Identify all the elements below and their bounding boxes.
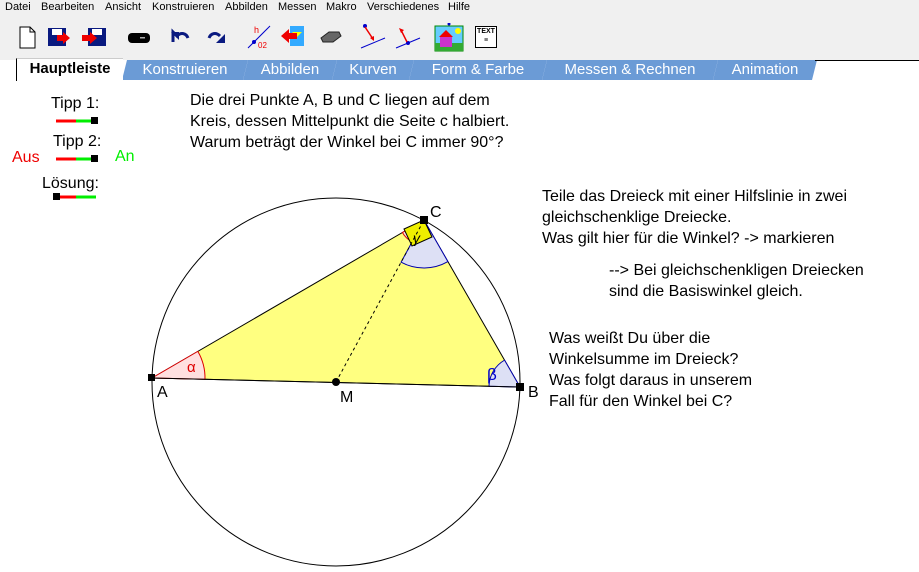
hint-line: Fall für den Winkel bei C? xyxy=(549,393,733,410)
alpha-label: α xyxy=(187,359,196,376)
question-line: Kreis, dessen Mittelpunkt die Seite c ha… xyxy=(190,113,510,130)
gamma-label: γ xyxy=(413,230,421,246)
tipp1-label: Tipp 1: xyxy=(51,95,100,112)
loesung-slider[interactable] xyxy=(53,193,96,200)
label-m: M xyxy=(340,389,353,406)
tipp2-label: Tipp 2: xyxy=(53,133,102,150)
loesung-slider-handle[interactable] xyxy=(53,193,60,200)
question-line: Die drei Punkte A, B und C liegen auf de… xyxy=(190,92,490,109)
point-m[interactable] xyxy=(332,378,340,386)
hint-line: Was gilt hier für die Winkel? -> markier… xyxy=(542,230,835,247)
angle-alpha-arc xyxy=(150,350,206,380)
hint-line: Winkelsumme im Dreieck? xyxy=(549,351,739,368)
hint-line: Teile das Dreieck mit einer Hilfslinie i… xyxy=(542,188,847,205)
beta-label: β xyxy=(487,365,497,384)
point-c[interactable] xyxy=(420,216,428,224)
an-label: An xyxy=(115,148,135,165)
tipp1-slider-handle[interactable] xyxy=(91,117,98,124)
tipp2-slider-handle[interactable] xyxy=(91,155,98,162)
question-text: Die drei Punkte A, B und C liegen auf de… xyxy=(190,90,509,153)
loesung-label: Lösung: xyxy=(42,175,99,192)
hint-line: Was folgt daraus in unserem xyxy=(549,372,753,389)
tipp2-slider[interactable] xyxy=(56,155,98,162)
question-line: Warum beträgt der Winkel bei C immer 90°… xyxy=(190,134,504,151)
hint2-text: Was weißt Du über die Winkelsumme im Dre… xyxy=(549,328,752,412)
hint-line: gleichschenklige Dreiecke. xyxy=(542,209,732,226)
hint-line: Was weißt Du über die xyxy=(549,330,711,347)
label-a: A xyxy=(157,384,168,401)
label-b: B xyxy=(528,384,539,401)
hint-line: --> Bei gleichschenkligen Dreiecken xyxy=(609,262,864,279)
tipp1-slider[interactable] xyxy=(56,117,98,124)
hint-line: sind die Basiswinkel gleich. xyxy=(609,283,803,300)
label-c: C xyxy=(430,204,442,221)
hint1b-text: --> Bei gleichschenkligen Dreiecken sind… xyxy=(609,260,864,302)
hint1-text: Teile das Dreieck mit einer Hilfslinie i… xyxy=(542,186,847,249)
aus-label: Aus xyxy=(12,149,40,166)
point-a[interactable] xyxy=(148,374,155,381)
point-b[interactable] xyxy=(516,383,524,391)
triangle-abc xyxy=(150,219,521,388)
